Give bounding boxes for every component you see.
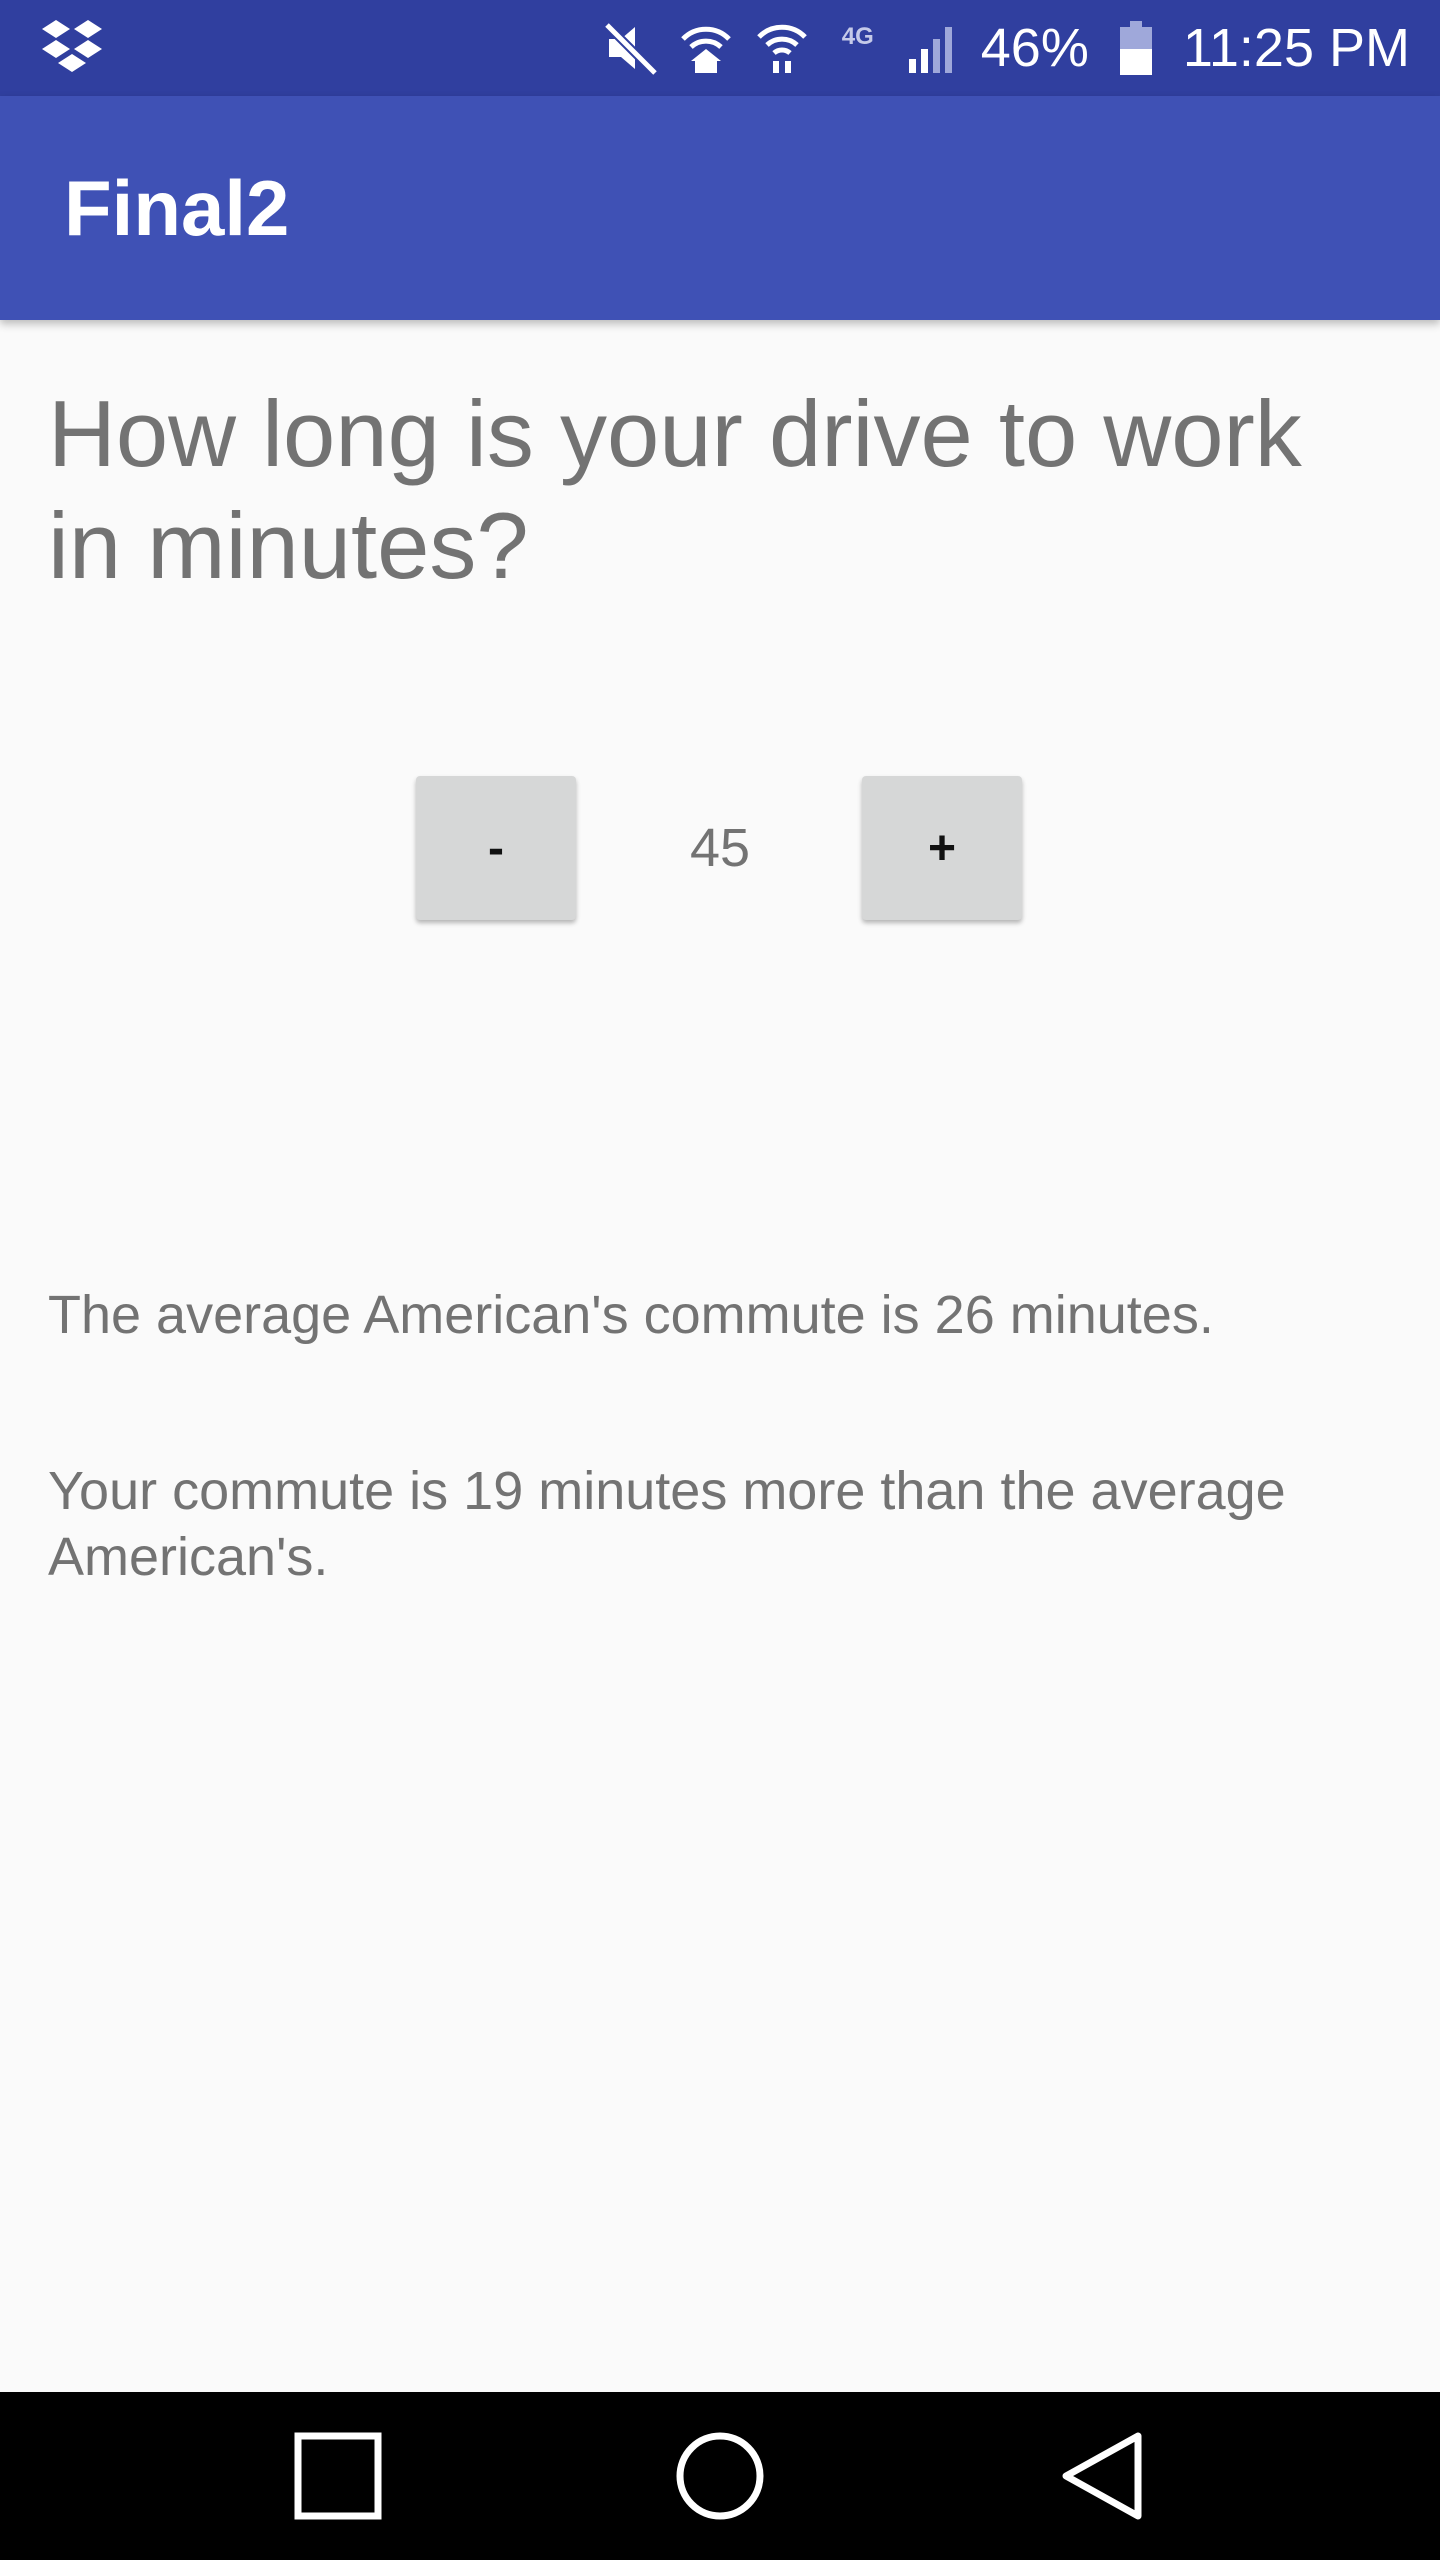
increment-button[interactable]: +	[862, 776, 1022, 920]
question-heading: How long is your drive to work in minute…	[48, 381, 1302, 598]
minutes-value: 45	[689, 818, 751, 878]
dropbox-icon	[40, 18, 104, 78]
status-time: 11:25 PM	[1182, 18, 1410, 78]
status-bar: 4G 46% 11:25 PM	[0, 0, 1440, 96]
recents-icon[interactable]	[288, 2426, 388, 2526]
signal-icon	[905, 19, 963, 77]
back-icon[interactable]	[1052, 2426, 1152, 2526]
app-bar: Final2	[0, 96, 1440, 320]
commute-comparison-text: Your commute is 19 minutes more than the…	[48, 1461, 1286, 1587]
network-4g-icon: 4G	[841, 23, 874, 50]
battery-percent: 46%	[980, 18, 1089, 78]
average-commute-text: The average American's commute is 26 min…	[48, 1285, 1214, 1345]
battery-icon	[1107, 19, 1165, 77]
app-title: Final2	[64, 164, 290, 252]
navigation-bar	[0, 2392, 1440, 2560]
decrement-button[interactable]: -	[416, 776, 576, 920]
wifi-home-icon	[677, 19, 735, 77]
home-icon[interactable]	[670, 2426, 770, 2526]
wifi-icon	[753, 19, 811, 77]
mute-icon	[601, 19, 659, 77]
